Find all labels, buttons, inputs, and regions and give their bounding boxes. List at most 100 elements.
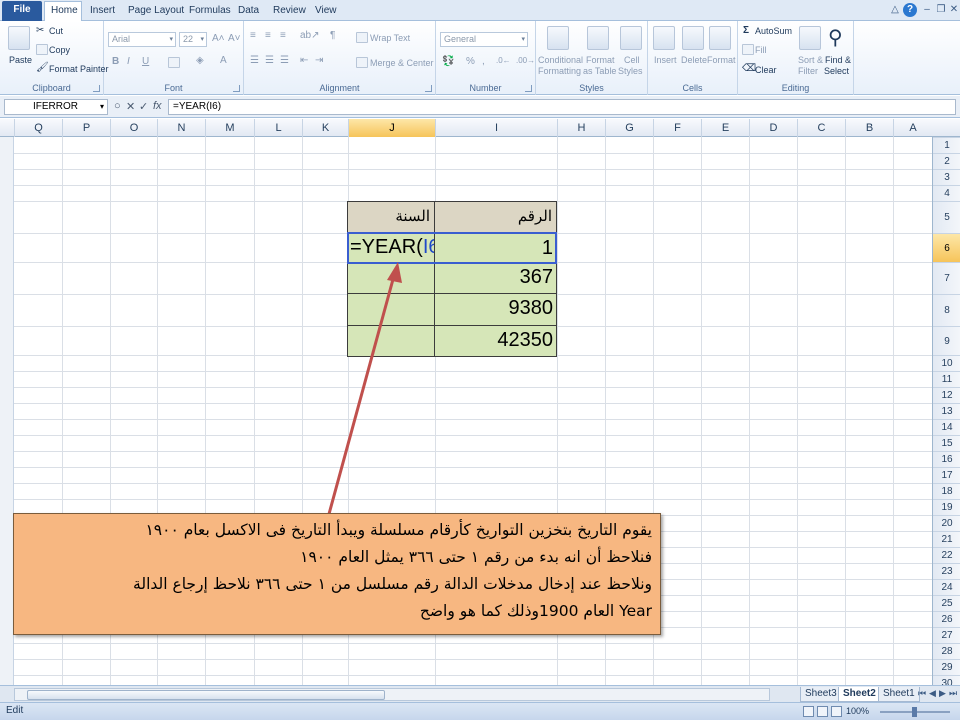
column-header-l[interactable]: L — [254, 119, 302, 137]
column-header-n[interactable]: N — [157, 119, 205, 137]
cell-styles-icon[interactable] — [620, 26, 642, 50]
merge-center-button[interactable]: Merge & Center — [370, 58, 434, 68]
column-header-f[interactable]: F — [653, 119, 701, 137]
copy-icon[interactable] — [36, 44, 48, 55]
row-header-17[interactable]: 17 — [933, 467, 960, 483]
window-restore-icon[interactable]: ❐ — [934, 3, 948, 17]
clear-button[interactable]: Clear — [755, 65, 777, 75]
horizontal-scrollbar[interactable] — [14, 688, 770, 701]
tab-insert[interactable]: Insert — [84, 2, 121, 21]
decrease-decimal-icon[interactable]: .00→ — [516, 56, 535, 65]
row-header-10[interactable]: 10 — [933, 355, 960, 371]
window-minimize-icon[interactable]: – — [920, 3, 934, 17]
row-header-23[interactable]: 23 — [933, 563, 960, 579]
horizontal-scroll-thumb[interactable] — [27, 690, 385, 700]
row-header-18[interactable]: 18 — [933, 483, 960, 499]
insert-cells-button[interactable]: Insert — [654, 55, 677, 65]
alignment-launcher-icon[interactable] — [425, 85, 432, 92]
formula-input[interactable]: =YEAR(I6) — [168, 99, 956, 115]
copy-button[interactable]: Copy — [49, 45, 70, 55]
insert-cells-icon[interactable] — [653, 26, 675, 50]
row-header-1[interactable]: 1 — [933, 137, 960, 153]
window-close-icon[interactable]: ✕ — [947, 3, 960, 17]
enter-entry-button[interactable]: ✓ — [139, 100, 148, 113]
align-middle-icon[interactable]: ≡ — [265, 30, 271, 41]
sort-filter-icon[interactable] — [799, 26, 821, 50]
fill-icon[interactable] — [742, 44, 754, 55]
column-header-p[interactable]: P — [62, 119, 110, 137]
paragraph-direction-icon[interactable]: ¶ — [330, 30, 335, 41]
fill-button[interactable]: Fill — [755, 45, 767, 55]
insert-function-button[interactable]: fx — [153, 100, 162, 112]
sheet-tab-sheet1[interactable]: Sheet1 — [878, 687, 920, 702]
font-launcher-icon[interactable] — [233, 85, 240, 92]
row-header-6[interactable]: 6 — [933, 233, 960, 262]
next-sheet-icon[interactable]: ▶ — [939, 688, 946, 699]
currency-icon[interactable]: 💱 — [442, 56, 454, 67]
cell-i7-number[interactable]: 367 — [434, 262, 557, 294]
row-header-15[interactable]: 15 — [933, 435, 960, 451]
normal-view-icon[interactable] — [803, 706, 814, 717]
align-top-icon[interactable]: ≡ — [250, 30, 256, 41]
clipboard-launcher-icon[interactable] — [93, 85, 100, 92]
tab-file[interactable]: File — [2, 1, 42, 21]
row-header-5[interactable]: 5 — [933, 201, 960, 233]
paste-button[interactable]: Paste — [9, 55, 32, 65]
row-header-26[interactable]: 26 — [933, 611, 960, 627]
column-header-j[interactable]: J — [348, 119, 435, 137]
column-header-a[interactable]: A — [893, 119, 932, 137]
row-header-25[interactable]: 25 — [933, 595, 960, 611]
cancel-entry-button[interactable]: ✕ — [126, 100, 135, 113]
decrease-indent-icon[interactable]: ⇤ — [300, 55, 308, 66]
cell-i8-number[interactable]: 9380 — [434, 293, 557, 326]
font-color-icon[interactable]: A — [220, 55, 227, 66]
autosum-button[interactable]: AutoSum — [755, 26, 792, 36]
vertical-scrollbar[interactable] — [0, 137, 14, 685]
number-launcher-icon[interactable] — [525, 85, 532, 92]
binoculars-icon[interactable]: ⚲ — [828, 25, 843, 50]
page-layout-view-icon[interactable] — [817, 706, 828, 717]
row-header-16[interactable]: 16 — [933, 451, 960, 467]
prev-sheet-icon[interactable]: ◀ — [929, 688, 936, 699]
align-right-icon[interactable]: ☰ — [280, 55, 289, 66]
row-header-20[interactable]: 20 — [933, 515, 960, 531]
name-box[interactable]: IFERROR ▾ — [4, 99, 108, 115]
increase-indent-icon[interactable]: ⇥ — [315, 55, 323, 66]
zoom-level[interactable]: 100% — [846, 706, 869, 716]
fill-color-icon[interactable]: ◈ — [196, 55, 204, 66]
row-header-21[interactable]: 21 — [933, 531, 960, 547]
row-header-4[interactable]: 4 — [933, 185, 960, 201]
column-header-o[interactable]: O — [110, 119, 157, 137]
column-header-k[interactable]: K — [302, 119, 348, 137]
page-break-view-icon[interactable] — [831, 706, 842, 717]
merge-center-icon[interactable] — [356, 57, 368, 68]
tab-formulas[interactable]: Formulas — [183, 2, 237, 21]
wrap-text-button[interactable]: Wrap Text — [370, 33, 410, 43]
last-sheet-icon[interactable]: ⏭ — [949, 688, 957, 699]
row-header-7[interactable]: 7 — [933, 262, 960, 294]
sheet-tab-sheet2[interactable]: Sheet2 — [838, 687, 881, 702]
font-size-combo[interactable]: 22 ▾ — [179, 32, 207, 47]
cell-j9[interactable] — [347, 325, 435, 357]
underline-button[interactable]: U — [142, 56, 149, 67]
find-select-button[interactable]: Find & — [825, 55, 851, 65]
column-header-i[interactable]: I — [435, 119, 557, 137]
row-header-27[interactable]: 27 — [933, 627, 960, 643]
row-header-9[interactable]: 9 — [933, 326, 960, 355]
bold-button[interactable]: B — [112, 56, 119, 67]
tab-page-layout[interactable]: Page Layout — [122, 2, 190, 21]
column-header-e[interactable]: E — [701, 119, 749, 137]
borders-icon[interactable] — [168, 57, 180, 68]
cell-j5-header-year[interactable]: السنة — [347, 201, 435, 234]
orientation-icon[interactable]: ab↗ — [300, 30, 320, 41]
ribbon-minimize-icon[interactable]: △ — [888, 3, 902, 17]
row-header-29[interactable]: 29 — [933, 659, 960, 675]
column-header-b[interactable]: B — [845, 119, 893, 137]
cell-i9-number[interactable]: 42350 — [434, 325, 557, 357]
row-header-19[interactable]: 19 — [933, 499, 960, 515]
delete-cells-icon[interactable] — [682, 26, 704, 50]
grow-font-icon[interactable]: A˄ — [212, 33, 225, 44]
column-header-g[interactable]: G — [605, 119, 653, 137]
tab-home[interactable]: Home — [44, 1, 82, 21]
increase-decimal-icon[interactable]: .0← — [496, 56, 511, 65]
